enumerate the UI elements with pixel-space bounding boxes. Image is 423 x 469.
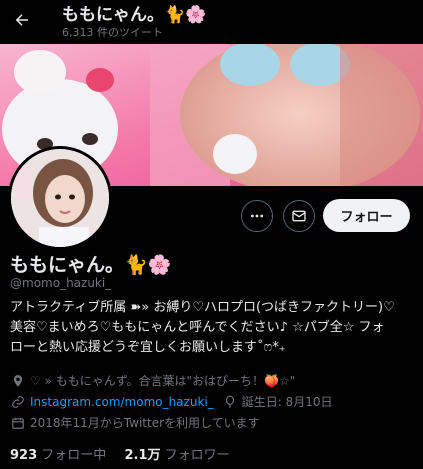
user-handle: @momo_hazuki_ xyxy=(10,276,112,290)
avatar[interactable] xyxy=(11,149,109,247)
arrow-left-icon xyxy=(15,14,28,26)
bio-line: ローと熱い応援どうぞ宜しくお願いします˚ෆ*₊ xyxy=(10,340,286,355)
more-dots-icon xyxy=(251,214,263,218)
followers-count: 2.1万 xyxy=(124,448,161,463)
tweet-count: 6,313 件のツイート xyxy=(62,26,163,39)
joined-text: 2018年11月からTwitterを利用しています xyxy=(30,416,260,430)
follow-button[interactable]: フォロー xyxy=(323,199,410,232)
following-label: フォロー中 xyxy=(41,448,107,463)
following-count: 923 xyxy=(10,448,38,463)
birthday-text: 誕生日: 8月10日 xyxy=(241,395,333,409)
location-text: ♡ » ももにゃんず。合言葉は"おはぴーち！🍑☆" xyxy=(30,374,296,388)
message-button[interactable] xyxy=(283,200,315,232)
following-link[interactable]: 923 フォロー中 xyxy=(10,448,124,463)
balloon-icon xyxy=(222,394,238,410)
bio-line: 美容♡まいめろ♡ももにゃんと呼んでください♪ ☆パブ全☆ フォ xyxy=(10,320,385,335)
back-button[interactable] xyxy=(8,6,36,34)
top-bar: ももにゃん。🐈🌸 6,313 件のツイート xyxy=(0,0,423,44)
link-icon xyxy=(10,394,26,410)
envelope-icon xyxy=(292,210,306,222)
header-title: ももにゃん。🐈🌸 xyxy=(62,5,207,25)
follow-stats: 923 フォロー中 2.1万 フォロワー xyxy=(10,444,244,463)
website-birthday-row: Instagram.com/momo_hazuki_ 誕生日: 8月10日 xyxy=(10,393,333,410)
followers-label: フォロワー xyxy=(164,448,230,463)
calendar-icon xyxy=(10,415,26,431)
location-row: ♡ » ももにゃんず。合言葉は"おはぴーち！🍑☆" xyxy=(10,372,295,389)
website-link[interactable]: Instagram.com/momo_hazuki_ xyxy=(30,395,214,409)
followers-link[interactable]: 2.1万 フォロワー xyxy=(124,448,243,463)
bio: アトラクティブ所属 ➽» お縛り♡ハロプロ(つばきファクトリー)♡ 美容♡まいめ… xyxy=(10,298,416,358)
bio-line: アトラクティブ所属 ➽» お縛り♡ハロプロ(つばきファクトリー)♡ xyxy=(10,300,395,315)
avatar-ring xyxy=(8,146,112,250)
location-pin-icon xyxy=(10,373,26,389)
more-button[interactable] xyxy=(241,200,273,232)
display-name: ももにゃん。🐈🌸 xyxy=(10,254,172,276)
joined-row: 2018年11月からTwitterを利用しています xyxy=(10,414,260,431)
